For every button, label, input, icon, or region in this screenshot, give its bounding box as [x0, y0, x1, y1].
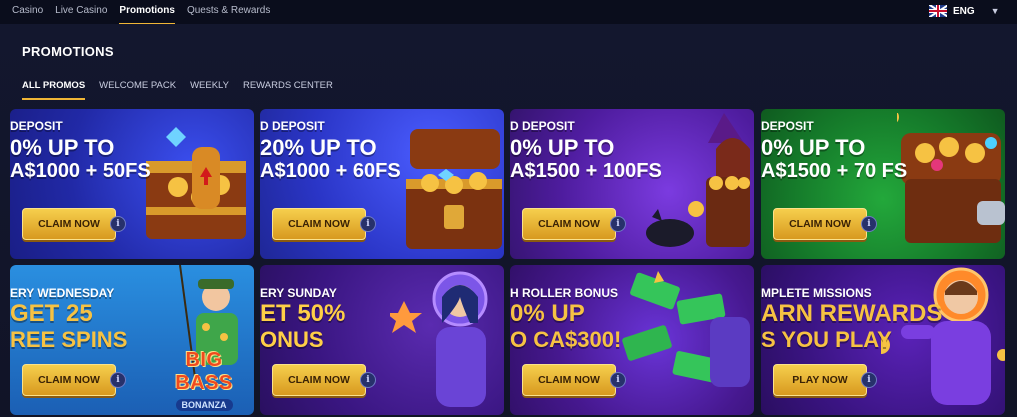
promo-line-1: D DEPOSIT [260, 119, 325, 133]
promo-line-3: A$1500 + 100FS [510, 160, 662, 182]
info-icon[interactable]: i [110, 372, 126, 388]
claim-now-button[interactable]: CLAIM NOW [272, 208, 366, 240]
info-icon[interactable]: i [360, 372, 376, 388]
tab-all-promos[interactable]: ALL PROMOS [22, 80, 86, 100]
promo-line-2: 20% UP TO [260, 135, 377, 160]
promo-card-deposit-3[interactable]: D DEPOSIT 0% UP TO A$1500 + 100FS CLAIM … [510, 109, 754, 259]
promo-line-3: S YOU PLAY [761, 327, 892, 352]
witch-cat-chest-icon [646, 113, 750, 247]
promo-line-3: REE SPINS [10, 327, 128, 352]
uk-flag-icon [929, 5, 947, 17]
info-icon[interactable]: i [861, 372, 877, 388]
treasure-chest-icon [897, 113, 1005, 243]
promo-card-sunday[interactable]: ERY SUNDAY ET 50% ONUS CLAIM NOW i [260, 265, 504, 415]
tab-welcome-pack[interactable]: WELCOME PACK [99, 80, 176, 100]
tab-weekly[interactable]: WEEKLY [190, 80, 229, 100]
tab-rewards-center[interactable]: REWARDS CENTER [243, 80, 333, 100]
promo-card-deposit-1[interactable]: DEPOSIT 0% UP TO A$1000 + 50FS CLAIM NOW… [10, 109, 254, 259]
nav-promotions[interactable]: Promotions [113, 0, 181, 25]
claim-now-button[interactable]: CLAIM NOW [773, 208, 867, 240]
claim-now-button[interactable]: CLAIM NOW [22, 364, 116, 396]
promo-line-3: A$1000 + 60FS [260, 160, 401, 182]
promo-line-3: O CA$300! [510, 327, 622, 352]
info-icon[interactable]: i [861, 216, 877, 232]
treasure-chest-icon [146, 127, 246, 239]
nav-casino[interactable]: Casino [12, 0, 49, 24]
promo-line-3: A$1500 + 70 FS [761, 160, 908, 182]
astronaut-girl-icon [390, 271, 488, 407]
chevron-down-icon: ▼ [990, 6, 1000, 16]
promo-line-3: ONUS [260, 327, 324, 352]
promo-line-1: H ROLLER BONUS [510, 286, 618, 300]
info-icon[interactable]: i [610, 216, 626, 232]
treasure-chest-icon [406, 129, 502, 249]
promo-card-deposit-2[interactable]: D DEPOSIT 20% UP TO A$1000 + 60FS CLAIM … [260, 109, 504, 259]
claim-now-button[interactable]: CLAIM NOW [272, 364, 366, 396]
play-now-button[interactable]: PLAY NOW [773, 364, 867, 396]
claim-now-button[interactable]: CLAIM NOW [22, 208, 116, 240]
page-title: PROMOTIONS [22, 44, 114, 59]
top-navigation: Casino Live Casino Promotions Quests & R… [0, 0, 1017, 25]
info-icon[interactable]: i [110, 216, 126, 232]
claim-now-button[interactable]: CLAIM NOW [522, 208, 616, 240]
info-icon[interactable]: i [610, 372, 626, 388]
nav-live-casino[interactable]: Live Casino [49, 0, 113, 24]
promo-line-1: ERY SUNDAY [260, 286, 337, 300]
promo-line-2: 0% UP [510, 300, 585, 327]
promo-line-1: DEPOSIT [10, 119, 63, 133]
promo-card-high-roller[interactable]: H ROLLER BONUS 0% UP O CA$300! CLAIM NOW… [510, 265, 754, 415]
promo-tabs: ALL PROMOS WELCOME PACK WEEKLY REWARDS C… [22, 80, 333, 100]
promo-line-2: ARN REWARDS [761, 300, 943, 327]
promo-line-1: MPLETE MISSIONS [761, 286, 872, 300]
promo-line-2: ET 50% [260, 300, 346, 327]
astronaut-boy-icon [881, 267, 1005, 405]
language-selector[interactable]: ENG ▼ [929, 3, 1000, 19]
promo-line-2: GET 25 [10, 300, 93, 327]
main-nav: Casino Live Casino Promotions Quests & R… [12, 0, 276, 25]
promo-line-1: ERY WEDNESDAY [10, 286, 115, 300]
cash-bills-icon [622, 271, 750, 387]
promo-card-wednesday[interactable]: BIG BASS BONANZA ERY WEDNESDAY GET 25 RE… [10, 265, 254, 415]
promo-line-2: 0% UP TO [761, 135, 866, 160]
promo-line-1: D DEPOSIT [510, 119, 575, 133]
language-code: ENG [953, 5, 975, 17]
promo-line-1: DEPOSIT [761, 119, 814, 133]
info-icon[interactable]: i [360, 216, 376, 232]
promo-line-2: 0% UP TO [10, 135, 115, 160]
promo-card-missions[interactable]: MPLETE MISSIONS ARN REWARDS S YOU PLAY P… [761, 265, 1005, 415]
promo-card-deposit-4[interactable]: DEPOSIT 0% UP TO A$1500 + 70 FS CLAIM NO… [761, 109, 1005, 259]
big-bass-bonanza-logo: BIG BASS BONANZA [175, 349, 233, 411]
claim-now-button[interactable]: CLAIM NOW [522, 364, 616, 396]
promo-line-3: A$1000 + 50FS [10, 160, 151, 182]
nav-quests-rewards[interactable]: Quests & Rewards [181, 0, 276, 24]
promo-line-2: 0% UP TO [510, 135, 615, 160]
